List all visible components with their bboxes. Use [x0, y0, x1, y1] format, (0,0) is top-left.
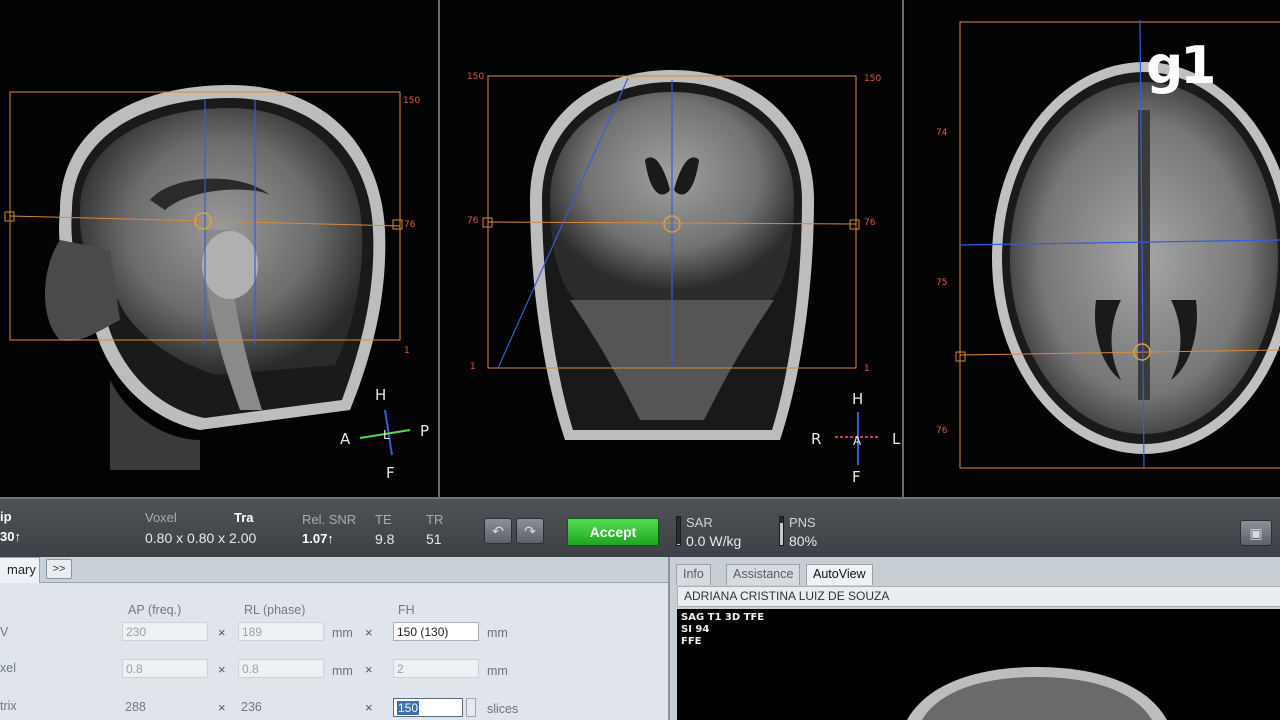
col-fh-header: FH — [398, 603, 415, 617]
orientation-foot: F — [852, 468, 861, 486]
orientation-head: H — [852, 390, 864, 408]
scan-status-bar: ip 30↑ Voxel 0.80 x 0.80 x 2.00 Tra Rel.… — [0, 497, 1280, 557]
orientation-head: H — [375, 386, 387, 404]
snr-value: 1.07↑ — [302, 531, 334, 546]
tick-label: 1 — [864, 364, 870, 374]
orientation-right: R — [811, 430, 822, 448]
parameter-tabs: mary >> — [0, 557, 668, 583]
tab-more-button[interactable]: >> — [46, 559, 72, 579]
orientation-value: Tra — [234, 510, 254, 525]
tr-value: 51 — [426, 531, 442, 547]
tick-label: 74 — [936, 128, 948, 138]
row-label-matrix: trix — [0, 699, 17, 713]
voxel-value: 0.80 x 0.80 x 2.00 — [145, 530, 257, 546]
unit-mm: mm — [332, 664, 353, 678]
transverse-viewport[interactable]: 74 75 76 — [906, 0, 1280, 503]
slices-field[interactable]: 150 — [393, 698, 463, 717]
tab-info[interactable]: Info — [676, 564, 711, 585]
tab-assistance[interactable]: Assistance — [726, 564, 801, 585]
orientation-left: L — [892, 430, 901, 448]
redo-icon: ↷ — [524, 523, 536, 539]
orientation-center: L — [383, 428, 390, 442]
pns-value: 80% — [789, 533, 818, 549]
transverse-image — [955, 19, 1280, 469]
times-sign: × — [218, 700, 226, 715]
coronal-viewport[interactable]: 150 150 76 76 1 1 H R L A F — [438, 0, 904, 500]
voxel-label: Voxel — [145, 510, 177, 525]
g1-logo: g1 — [1146, 36, 1216, 96]
times-sign: × — [365, 662, 373, 677]
sar-meter — [676, 516, 681, 546]
row-label-fov: V — [0, 625, 9, 639]
unit-mm: mm — [487, 626, 508, 640]
times-sign: × — [218, 662, 226, 677]
series-name: SAG T1 3D TFE — [681, 612, 765, 623]
tick-label: 76 — [936, 426, 948, 436]
partial-value: 30↑ — [0, 529, 21, 544]
tick-label: 76 — [467, 216, 479, 226]
undo-button[interactable]: ↶ — [484, 518, 512, 544]
times-sign: × — [365, 625, 373, 640]
voxel-rl-field[interactable]: 0.8 — [238, 659, 324, 678]
scan-parameters-panel: mary >> AP (freq.) RL (phase) FH V 230 ×… — [0, 557, 668, 720]
times-sign: × — [218, 625, 226, 640]
col-ap-header: AP (freq.) — [128, 603, 182, 617]
tick-label: 1 — [470, 362, 476, 372]
tick-label: 150 — [467, 72, 485, 82]
voxel-fh-field[interactable]: 2 — [393, 659, 479, 678]
tab-autoview[interactable]: AutoView — [806, 564, 873, 585]
row-label-voxel: xel — [0, 661, 16, 675]
pns-meter-fill — [780, 522, 783, 545]
tick-label: 150 — [864, 74, 882, 84]
coronal-image — [482, 70, 880, 465]
tick-label: 76 — [864, 218, 876, 228]
pns-label: PNS — [789, 515, 816, 530]
sar-value: 0.0 W/kg — [686, 533, 742, 549]
col-rl-header: RL (phase) — [244, 603, 306, 617]
orientation-posterior: P — [420, 422, 430, 440]
tick-label: 75 — [936, 278, 948, 288]
times-sign: × — [365, 700, 373, 715]
autoview-thumbnail[interactable]: SAG T1 3D TFE SI 94 FFE — [677, 609, 1280, 720]
series-type: FFE — [681, 636, 702, 647]
pns-meter — [779, 516, 784, 546]
orientation-anterior: A — [340, 430, 351, 448]
slices-stepper[interactable] — [466, 698, 476, 717]
sagittal-viewport[interactable]: 150 76 1 H A P L F — [0, 0, 434, 497]
matrix-rl-value: 236 — [241, 700, 262, 714]
camera-button[interactable]: ▣ — [1240, 520, 1272, 546]
sar-meter-fill — [677, 543, 680, 545]
unit-mm: mm — [487, 664, 508, 678]
redo-button[interactable]: ↷ — [516, 518, 544, 544]
snr-label: Rel. SNR — [302, 512, 357, 527]
te-label: TE — [375, 512, 392, 527]
fov-rl-field[interactable]: 189 — [238, 622, 324, 641]
sar-label: SAR — [686, 515, 713, 530]
orientation-foot: F — [386, 464, 395, 482]
slices-value: 150 — [397, 701, 420, 715]
tr-label: TR — [426, 512, 444, 527]
series-slice: SI 94 — [681, 624, 710, 635]
tick-label: 1 — [404, 346, 410, 356]
undo-icon: ↶ — [492, 523, 504, 539]
tick-label: 150 — [403, 96, 421, 106]
tab-summary[interactable]: mary — [0, 557, 40, 583]
camera-icon: ▣ — [1249, 525, 1263, 541]
fov-ap-field[interactable]: 230 — [122, 622, 208, 641]
accept-button[interactable]: Accept — [567, 518, 659, 546]
tick-label: 76 — [404, 220, 416, 230]
sagittal-image — [4, 85, 411, 470]
te-value: 9.8 — [375, 531, 395, 547]
voxel-ap-field[interactable]: 0.8 — [122, 659, 208, 678]
autoview-panel: Info Assistance AutoView ADRIANA CRISTIN… — [668, 557, 1280, 720]
unit-mm: mm — [332, 626, 353, 640]
patient-name: ADRIANA CRISTINA LUIZ DE SOUZA — [677, 586, 1280, 607]
unit-slices: slices — [487, 702, 519, 716]
orientation-center: A — [853, 434, 862, 448]
partial-label: ip — [0, 509, 12, 524]
matrix-ap-value: 288 — [125, 700, 146, 714]
fov-fh-field[interactable]: 150 (130) — [393, 622, 479, 641]
thumbnail-image — [907, 667, 1167, 720]
